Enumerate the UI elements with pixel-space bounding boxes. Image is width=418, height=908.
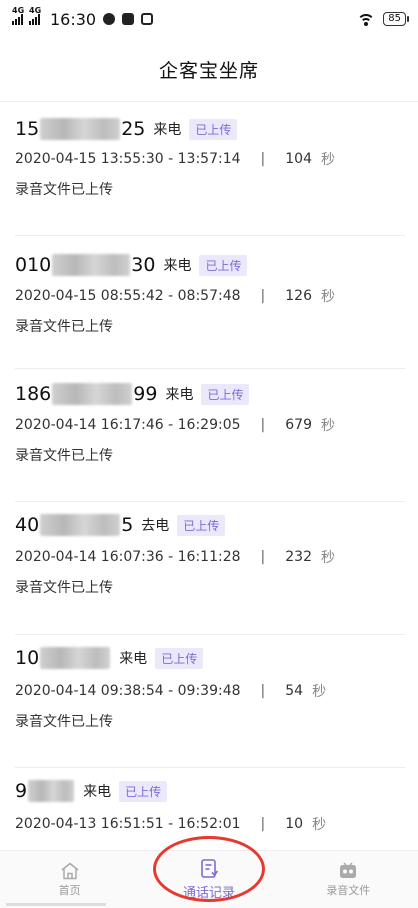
call-direction: 来电 — [163, 258, 192, 274]
separator: | — [260, 417, 266, 433]
separator: | — [260, 549, 266, 565]
duration-unit: 秒 — [320, 152, 335, 168]
call-direction: 去电 — [141, 518, 170, 534]
duration-unit: 秒 — [312, 684, 327, 700]
phone-suffix: 25 — [121, 118, 146, 140]
recording-status: 录音文件已上传 — [15, 448, 113, 464]
duration-unit: 秒 — [320, 289, 335, 305]
app-header: 企客宝坐席 — [0, 38, 418, 102]
call-direction: 来电 — [153, 122, 182, 138]
home-icon — [61, 862, 79, 879]
phone-number: 010 30 — [15, 254, 155, 276]
masked-digits — [40, 514, 121, 536]
call-record[interactable]: 40 5 去电 已上传 2020-04-14 16:07:36 - 16:11:2… — [15, 502, 405, 635]
call-duration: 679 — [285, 417, 312, 433]
phone-number: 10 — [15, 647, 111, 669]
phone-suffix: 30 — [131, 254, 156, 276]
call-log-icon — [201, 859, 219, 878]
upload-status-badge: 已上传 — [199, 254, 248, 276]
call-duration: 54 — [285, 683, 304, 699]
phone-number: 9 — [15, 780, 75, 802]
phone-prefix: 9 — [15, 780, 28, 802]
recording-status: 录音文件已上传 — [15, 319, 113, 335]
mail-icon — [122, 13, 135, 25]
phone-number: 15 25 — [15, 118, 145, 140]
phone-number: 40 5 — [15, 514, 133, 536]
network-type-2: 4G — [29, 6, 42, 15]
tab-call-log-label: 通话记录 — [182, 886, 235, 901]
home-indicator — [6, 903, 106, 906]
bottom-tab-bar: 首页 通话记录 录音文件 — [0, 850, 418, 908]
signal-2-icon: 4G — [29, 6, 41, 25]
message-icon — [103, 13, 116, 25]
masked-digits — [40, 118, 121, 140]
upload-status-badge: 已上传 — [155, 647, 204, 669]
call-record[interactable]: 15 25 来电 已上传 2020-04-15 13:55:30 - 13:57:… — [15, 103, 405, 236]
separator: | — [260, 816, 266, 832]
recording-icon — [340, 862, 357, 878]
call-time-range: 2020-04-13 16:51:51 - 16:52:01 — [15, 816, 241, 832]
separator: | — [260, 683, 266, 699]
call-direction: 来电 — [165, 387, 194, 403]
duration-unit: 秒 — [320, 550, 335, 566]
notification-icon — [141, 13, 154, 25]
call-duration: 10 — [285, 816, 304, 832]
call-direction: 来电 — [83, 784, 112, 800]
recording-status: 录音文件已上传 — [15, 580, 113, 596]
separator: | — [260, 288, 266, 304]
phone-prefix: 15 — [15, 118, 40, 140]
duration-unit: 秒 — [312, 817, 327, 833]
duration-unit: 秒 — [320, 418, 335, 434]
call-duration: 104 — [285, 151, 312, 167]
tab-recordings[interactable]: 录音文件 — [279, 851, 418, 908]
call-duration: 126 — [285, 288, 312, 304]
upload-status-badge: 已上传 — [189, 118, 238, 140]
wifi-icon — [357, 13, 376, 26]
tab-call-log[interactable]: 通话记录 — [139, 851, 278, 908]
upload-status-badge: 已上传 — [119, 780, 168, 802]
call-record[interactable]: 010 30 来电 已上传 2020-04-15 08:55:42 - 08:57… — [15, 236, 405, 369]
call-time-range: 2020-04-14 16:17:46 - 16:29:05 — [15, 417, 241, 433]
call-time-range: 2020-04-14 16:07:36 - 16:11:28 — [15, 549, 241, 565]
upload-status-badge: 已上传 — [177, 514, 226, 536]
masked-digits — [52, 383, 133, 405]
tab-home[interactable]: 首页 — [0, 851, 139, 908]
status-time: 16:30 — [50, 9, 97, 29]
tab-recordings-label: 录音文件 — [326, 883, 371, 897]
call-record-list[interactable]: 15 25 来电 已上传 2020-04-15 13:55:30 - 13:57:… — [0, 103, 418, 850]
phone-prefix: 10 — [15, 647, 40, 669]
page-title: 企客宝坐席 — [158, 60, 259, 82]
call-duration: 232 — [285, 549, 312, 565]
recording-status: 录音文件已上传 — [15, 714, 113, 730]
phone-prefix: 40 — [15, 514, 40, 536]
phone-suffix: 5 — [121, 514, 134, 536]
battery-indicator: 85 — [383, 12, 409, 26]
tab-home-label: 首页 — [58, 883, 81, 897]
signal-1-icon: 4G — [12, 6, 24, 25]
masked-digits — [28, 780, 75, 802]
status-bar: 4G 4G 16:30 85 — [0, 0, 418, 38]
phone-prefix: 186 — [15, 383, 52, 405]
call-time-range: 2020-04-15 08:55:42 - 08:57:48 — [15, 288, 241, 304]
call-record[interactable]: 10 来电 已上传 2020-04-14 09:38:54 - 09:39:48… — [15, 635, 405, 768]
phone-prefix: 010 — [15, 254, 52, 276]
call-record[interactable]: 186 99 来电 已上传 2020-04-14 16:17:46 - 16:29… — [15, 369, 405, 502]
upload-status-badge: 已上传 — [201, 383, 250, 405]
phone-suffix: 99 — [133, 383, 158, 405]
call-direction: 来电 — [119, 651, 148, 667]
call-time-range: 2020-04-15 13:55:30 - 13:57:14 — [15, 151, 241, 167]
recording-status: 录音文件已上传 — [15, 182, 113, 198]
separator: | — [260, 151, 266, 167]
masked-digits — [52, 254, 131, 276]
masked-digits — [40, 647, 111, 669]
call-time-range: 2020-04-14 09:38:54 - 09:39:48 — [15, 683, 241, 699]
call-record[interactable]: 9 来电 已上传 2020-04-13 16:51:51 - 16:52:01 … — [15, 768, 405, 850]
network-type-1: 4G — [12, 6, 25, 15]
phone-number: 186 99 — [15, 383, 157, 405]
